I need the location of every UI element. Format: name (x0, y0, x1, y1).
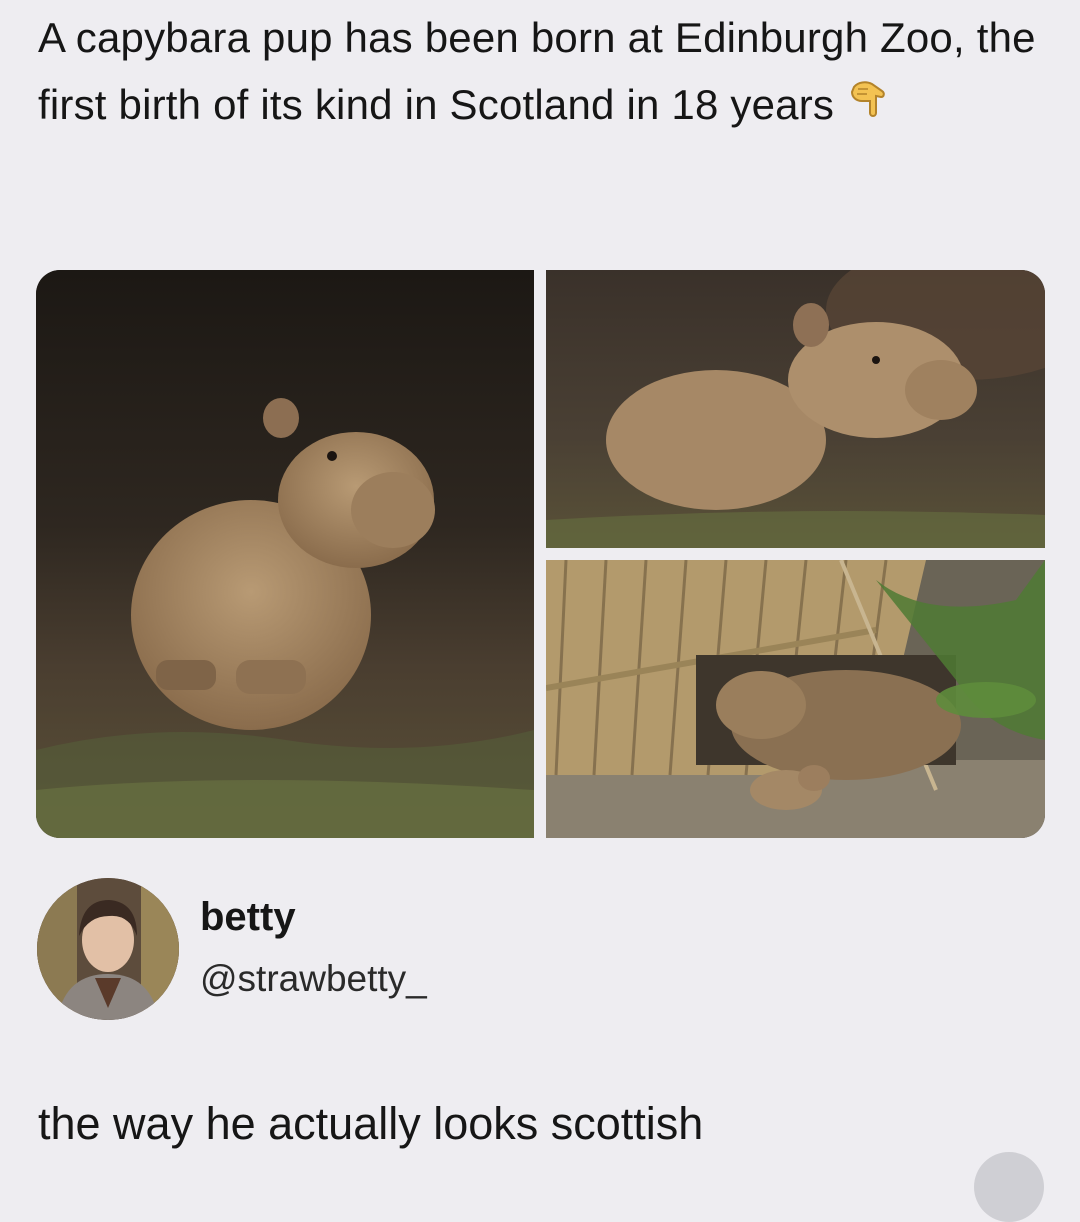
reply-text: the way he actually looks scottish (38, 1098, 704, 1149)
overlay-button[interactable] (974, 1152, 1044, 1222)
author-handle[interactable]: @strawbetty_ (200, 958, 427, 1000)
photo-capybara-pup-front[interactable] (36, 270, 534, 838)
author-display-name[interactable]: betty (200, 895, 296, 940)
photo-capybara-adult-and-pup-under-shelter[interactable] (546, 560, 1045, 838)
pointing-down-hand-icon (851, 81, 885, 117)
author-avatar[interactable] (37, 878, 179, 1020)
post-headline: A capybara pup has been born at Edinburg… (38, 4, 1048, 138)
photo-capybara-pup-side[interactable] (546, 270, 1045, 548)
